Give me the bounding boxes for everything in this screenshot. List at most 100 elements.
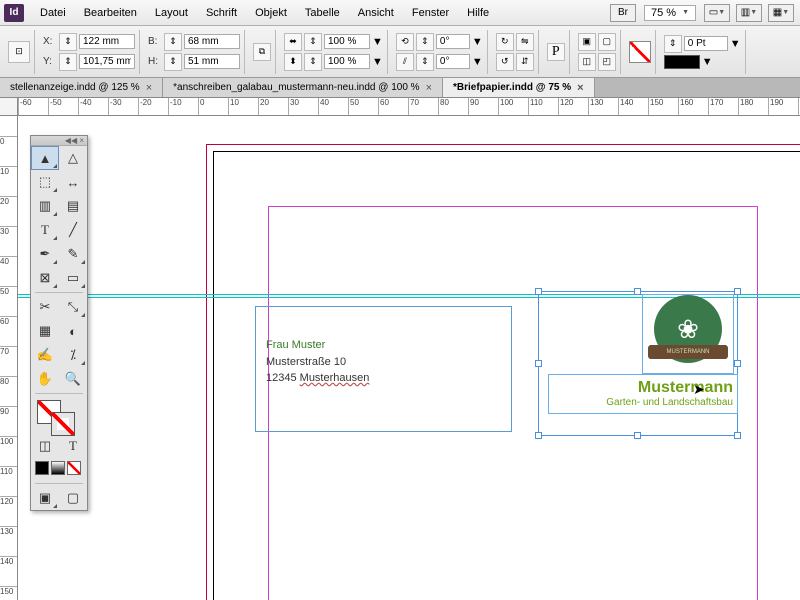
shear-input[interactable] [436,54,470,69]
rotate-90-cw-icon[interactable]: ↻ [496,33,514,51]
eyedropper-tool[interactable]: ⁒ [59,343,87,367]
menu-type[interactable]: Schrift [198,3,245,23]
rotate-90-ccw-icon[interactable]: ↺ [496,53,514,71]
rotation-input[interactable] [436,34,470,49]
ruler-origin[interactable] [0,98,18,115]
height-input[interactable] [184,54,240,69]
document-tab[interactable]: *Briefpapier.indd @ 75 %× [443,78,595,97]
fitting-content-icon[interactable]: ◫ [578,53,596,71]
width-input[interactable] [184,34,240,49]
stepper-icon[interactable]: ⇕ [164,53,182,71]
chevron-down-icon[interactable]: ▼ [472,36,483,48]
gap-tool[interactable]: ↔ [59,170,87,194]
tools-panel[interactable]: ◀◀ × ▲ △ ⬚ ↔ ▥ ▤ T ╱ ✒ ✎ ⊠ ▭ ✂ ⤡ ▦ ◐ ✍ ⁒… [30,135,88,511]
note-tool[interactable]: ✍ [31,343,59,367]
fill-swatch[interactable] [629,41,651,63]
flip-vertical-icon[interactable]: ⇵ [516,53,534,71]
chevron-down-icon[interactable]: ▼ [472,56,483,68]
fitting-fill-icon[interactable]: ▣ [578,33,596,51]
type-tool[interactable]: T [31,218,59,242]
stroke-style-dropdown[interactable] [664,55,700,69]
preview-mode[interactable]: ▢ [59,486,87,510]
view-options-button[interactable]: ▭▼ [704,4,730,22]
resize-handle[interactable] [535,432,542,439]
chevron-down-icon[interactable]: ▼ [372,56,383,68]
hand-tool[interactable]: ✋ [31,367,59,391]
resize-handle[interactable] [734,288,741,295]
menu-help[interactable]: Hilfe [459,3,497,23]
rectangle-tool[interactable]: ▭ [59,266,87,290]
apply-gradient-icon[interactable] [51,461,65,475]
document-tab[interactable]: *anschreiben_galabau_mustermann-neu.indd… [163,78,443,97]
menu-edit[interactable]: Bearbeiten [76,3,145,23]
resize-handle[interactable] [734,360,741,367]
stepper-icon[interactable]: ⇕ [416,33,434,51]
resize-handle[interactable] [634,432,641,439]
pen-tool[interactable]: ✒ [31,242,59,266]
menu-window[interactable]: Fenster [404,3,457,23]
pencil-tool[interactable]: ✎ [59,242,87,266]
stepper-icon[interactable]: ⇕ [304,33,322,51]
panel-grip[interactable]: ◀◀ × [31,136,87,146]
logo-image-frame[interactable]: ❀ MUSTERMANN [642,294,734,374]
stepper-icon[interactable]: ⇕ [164,33,182,51]
address-text-frame[interactable]: Frau Muster Musterstraße 10 12345 Muster… [255,306,512,432]
menu-view[interactable]: Ansicht [350,3,402,23]
gradient-feather-tool[interactable]: ◐ [59,319,87,343]
fitting-center-icon[interactable]: ▢ [598,33,616,51]
line-tool[interactable]: ╱ [59,218,87,242]
stepper-icon[interactable]: ⇕ [59,33,77,51]
apply-color-icon[interactable] [35,461,49,475]
y-position-input[interactable] [79,54,135,69]
zoom-tool[interactable]: 🔍 [59,367,87,391]
flip-horizontal-icon[interactable]: ⇋ [516,33,534,51]
menu-layout[interactable]: Layout [147,3,196,23]
formatting-container-icon[interactable]: ◫ [31,434,59,458]
scale-y-input[interactable] [324,54,370,69]
fitting-frame-icon[interactable]: ◰ [598,53,616,71]
logo-text-frame[interactable]: Mustermann Garten- und Landschaftsbau [548,374,738,414]
reference-point-proxy[interactable]: ⊡ [8,41,30,63]
stroke-weight-input[interactable] [684,36,728,51]
select-container-icon[interactable]: P [547,43,565,61]
menu-object[interactable]: Objekt [247,3,295,23]
chevron-down-icon[interactable]: ▼ [372,36,383,48]
fill-stroke-proxy[interactable] [31,396,87,434]
zoom-level-dropdown[interactable]: 75 % ▼ [644,5,696,21]
apply-none-icon[interactable] [67,461,81,475]
close-icon[interactable]: × [146,82,152,94]
x-position-input[interactable] [79,34,135,49]
menu-file[interactable]: Datei [32,3,74,23]
gradient-swatch-tool[interactable]: ▦ [31,319,59,343]
formatting-text-icon[interactable]: T [59,434,87,458]
resize-handle[interactable] [734,432,741,439]
free-transform-tool[interactable]: ⤡ [59,295,87,319]
chevron-down-icon[interactable]: ▼ [702,56,713,68]
direct-selection-tool[interactable]: △ [59,146,87,170]
chevron-down-icon[interactable]: ▼ [730,38,741,50]
stepper-icon[interactable]: ⇕ [664,35,682,53]
document-tab[interactable]: stellenanzeige.indd @ 125 %× [0,78,163,97]
resize-handle[interactable] [535,360,542,367]
close-icon[interactable]: × [577,82,583,94]
rectangle-frame-tool[interactable]: ⊠ [31,266,59,290]
screen-mode-button[interactable]: ▥▼ [736,4,762,22]
selection-tool[interactable]: ▲ [31,146,59,170]
scissors-tool[interactable]: ✂ [31,295,59,319]
menu-table[interactable]: Tabelle [297,3,348,23]
content-placer-tool[interactable]: ▤ [59,194,87,218]
bridge-button[interactable]: Br [610,4,636,22]
stepper-icon[interactable]: ⇕ [416,53,434,71]
document-canvas[interactable]: Frau Muster Musterstraße 10 12345 Muster… [18,116,800,600]
stroke-swatch[interactable] [51,412,75,436]
close-icon[interactable]: × [426,82,432,94]
stepper-icon[interactable]: ⇕ [304,53,322,71]
horizontal-ruler[interactable]: -60-50-40-30-20-100102030405060708090100… [0,98,800,116]
vertical-ruler[interactable]: 0102030405060708090100110120130140150 [0,116,18,600]
resize-handle[interactable] [634,288,641,295]
stepper-icon[interactable]: ⇕ [59,53,77,71]
constrain-proportions-icon[interactable]: ⧉ [253,43,271,61]
scale-x-input[interactable] [324,34,370,49]
resize-handle[interactable] [535,288,542,295]
content-collector-tool[interactable]: ▥ [31,194,59,218]
